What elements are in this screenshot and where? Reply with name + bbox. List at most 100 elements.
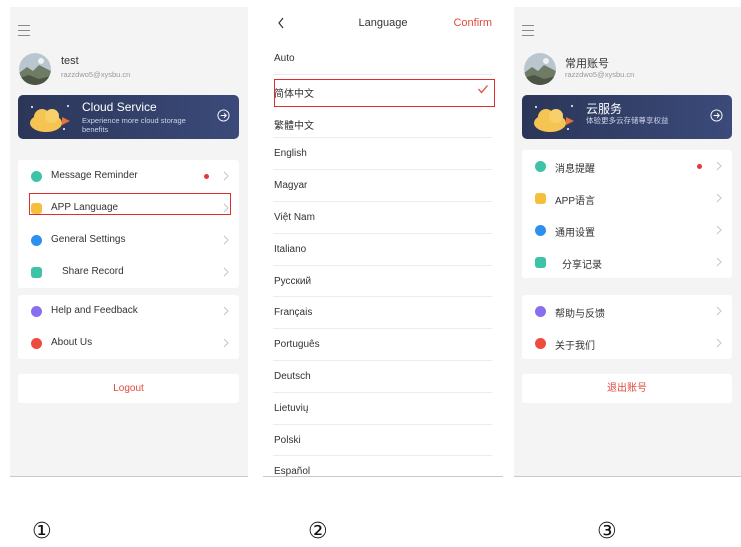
logout-button[interactable]: Logout bbox=[18, 374, 239, 403]
cloud-icon bbox=[534, 105, 574, 132]
menu-item-share-record[interactable]: Share Record bbox=[18, 256, 239, 288]
language-option[interactable]: Português bbox=[273, 329, 492, 361]
language-label: Lietuvių bbox=[274, 402, 309, 414]
chevron-right-icon bbox=[223, 235, 229, 245]
menu-icon[interactable] bbox=[522, 25, 534, 37]
language-label: Português bbox=[274, 339, 320, 351]
chevron-right-icon bbox=[223, 338, 229, 348]
settings-screen-chinese: 常用账号 razzdwo5@xysbu.cn 云服务 体验更多云存储尊享权益 消… bbox=[514, 7, 741, 477]
language-option[interactable]: Français bbox=[273, 297, 492, 330]
menu-item-label: 帮助与反馈 bbox=[555, 309, 605, 320]
language-option[interactable]: 繁體中文 bbox=[273, 107, 492, 139]
menu-item-help-feedback[interactable]: Help and Feedback bbox=[18, 295, 239, 327]
language-option[interactable]: Deutsch bbox=[273, 361, 492, 393]
settings-icon bbox=[535, 225, 546, 236]
menu-item-message-reminder[interactable]: Message Reminder bbox=[18, 160, 239, 192]
step-label-2: ② bbox=[308, 519, 328, 544]
menu-item-label: 关于我们 bbox=[555, 341, 595, 352]
language-list: Auto 简体中文 繁體中文 English Magyar Việt Nam I… bbox=[273, 43, 492, 477]
cloud-title: Cloud Service bbox=[82, 100, 157, 114]
avatar[interactable] bbox=[19, 53, 51, 85]
chevron-right-icon bbox=[716, 338, 722, 348]
language-label: Français bbox=[274, 307, 313, 319]
menu-item-app-language[interactable]: APP Language bbox=[18, 192, 239, 224]
menu-group-main: Message Reminder APP Language General Se… bbox=[18, 160, 239, 288]
menu-item-general-settings[interactable]: General Settings bbox=[18, 224, 239, 256]
menu-item-label: Message Reminder bbox=[51, 170, 138, 181]
info-icon bbox=[31, 338, 42, 349]
divider bbox=[514, 476, 741, 477]
menu-item-general-settings[interactable]: 通用设置 bbox=[522, 214, 732, 246]
cloud-service-card[interactable]: 云服务 体验更多云存储尊享权益 bbox=[522, 95, 732, 139]
language-option[interactable]: English bbox=[273, 138, 492, 171]
cloud-icon bbox=[30, 105, 70, 132]
info-icon bbox=[535, 338, 546, 349]
step-label-1: ① bbox=[32, 519, 52, 544]
language-label: Việt Nam bbox=[274, 211, 315, 223]
user-name: 常用账号 bbox=[565, 58, 609, 70]
chevron-right-icon bbox=[223, 203, 229, 213]
divider bbox=[10, 476, 248, 477]
menu-item-message-reminder[interactable]: 消息提醒 bbox=[522, 150, 732, 182]
menu-item-label: About Us bbox=[51, 337, 93, 348]
cloud-service-card[interactable]: Cloud Service Experience more cloud stor… bbox=[18, 95, 239, 139]
chevron-right-icon bbox=[223, 171, 229, 181]
menu-item-help-feedback[interactable]: 帮助与反馈 bbox=[522, 295, 732, 327]
menu-item-label: 消息提醒 bbox=[555, 164, 595, 175]
menu-item-about-us[interactable]: About Us bbox=[18, 327, 239, 359]
language-option[interactable]: Italiano bbox=[273, 234, 492, 266]
language-label: Auto bbox=[274, 53, 295, 64]
language-option[interactable]: Auto bbox=[273, 43, 492, 75]
language-option[interactable]: Polski bbox=[273, 425, 492, 457]
language-option[interactable]: Việt Nam bbox=[273, 202, 492, 234]
help-icon bbox=[31, 306, 42, 317]
menu-group-support: 帮助与反馈 关于我们 bbox=[522, 295, 732, 359]
language-icon bbox=[535, 193, 546, 204]
cloud-title: 云服务 bbox=[586, 102, 623, 116]
help-icon bbox=[535, 306, 546, 317]
language-label: Italiano bbox=[274, 243, 307, 255]
menu-item-label: 通用设置 bbox=[555, 228, 595, 239]
language-label: 简体中文 bbox=[274, 88, 314, 100]
menu-item-about-us[interactable]: 关于我们 bbox=[522, 327, 732, 359]
avatar[interactable] bbox=[524, 53, 556, 85]
language-option[interactable]: Lietuvių bbox=[273, 393, 492, 425]
language-option[interactable]: Русский bbox=[273, 266, 492, 298]
language-option-selected[interactable]: 简体中文 bbox=[273, 75, 492, 107]
chevron-right-icon bbox=[716, 257, 722, 267]
logout-button[interactable]: 退出账号 bbox=[522, 374, 732, 403]
arrow-right-circle-icon[interactable] bbox=[217, 109, 230, 122]
cloud-subtitle: 体验更多云存储尊享权益 bbox=[586, 116, 669, 125]
language-label: Magyar bbox=[274, 180, 308, 192]
cloud-subtitle: Experience more cloud storage benefits bbox=[82, 116, 186, 134]
checkmark-icon bbox=[478, 84, 488, 94]
settings-icon bbox=[31, 235, 42, 246]
arrow-right-circle-icon[interactable] bbox=[710, 109, 723, 122]
language-screen: Language Confirm Auto 简体中文 繁體中文 English … bbox=[263, 7, 503, 477]
notification-dot bbox=[204, 174, 209, 179]
language-icon bbox=[31, 203, 42, 214]
chevron-right-icon bbox=[716, 161, 722, 171]
chevron-right-icon bbox=[716, 225, 722, 235]
menu-icon[interactable] bbox=[18, 25, 30, 37]
message-icon bbox=[31, 171, 42, 182]
language-label: Deutsch bbox=[274, 370, 311, 382]
menu-item-app-language[interactable]: APP语言 bbox=[522, 182, 732, 214]
menu-item-label: Help and Feedback bbox=[51, 305, 138, 316]
chevron-right-icon bbox=[223, 267, 229, 277]
chevron-right-icon bbox=[223, 306, 229, 316]
user-name: test bbox=[61, 55, 79, 67]
confirm-button[interactable]: Confirm bbox=[453, 17, 492, 29]
menu-item-share-record[interactable]: 分享记录 bbox=[522, 246, 732, 278]
divider bbox=[263, 476, 503, 477]
message-icon bbox=[535, 161, 546, 172]
share-icon bbox=[535, 257, 546, 268]
menu-group-main: 消息提醒 APP语言 通用设置 分享记录 bbox=[522, 150, 732, 278]
menu-item-label: APP语言 bbox=[555, 196, 596, 207]
user-email: razzdwo5@xysbu.cn bbox=[61, 70, 131, 79]
notification-dot bbox=[697, 164, 702, 169]
language-option[interactable]: Español bbox=[273, 456, 492, 477]
share-icon bbox=[31, 267, 42, 278]
menu-item-label: General Settings bbox=[51, 234, 126, 245]
language-option[interactable]: Magyar bbox=[273, 170, 492, 202]
